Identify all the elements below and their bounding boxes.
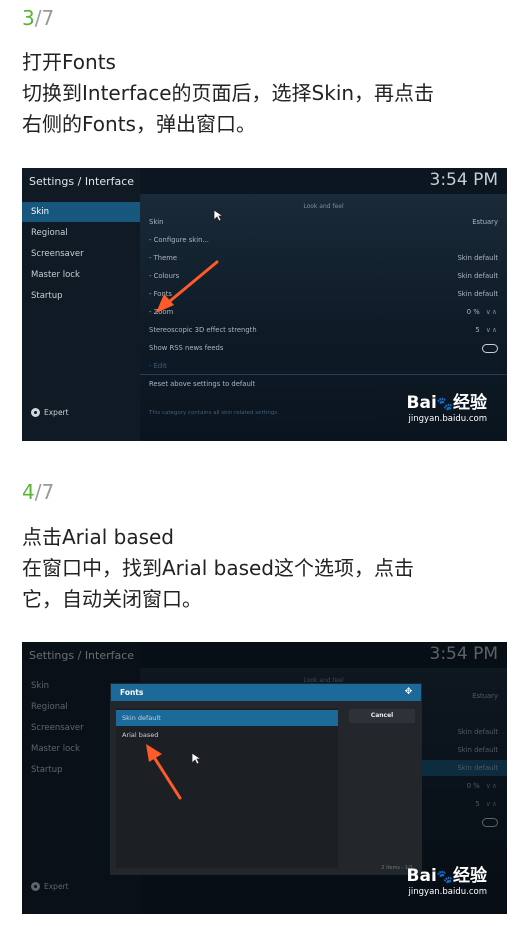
- paw-icon: 🐾: [436, 397, 453, 412]
- clock: 3:54 PM: [429, 170, 499, 190]
- step-total: /7: [34, 6, 55, 30]
- setting-label: Stereoscopic 3D effect strength: [149, 326, 257, 334]
- setting-row-3d-strength[interactable]: Stereoscopic 3D effect strength 5 ∨∧: [149, 322, 498, 338]
- expert-level-button[interactable]: Expert: [31, 408, 69, 417]
- step-4-counter: 4/7: [22, 480, 54, 504]
- setting-label: - Configure skin...: [149, 236, 209, 244]
- setting-value: Skin default: [457, 254, 498, 262]
- setting-label: - Edit: [149, 362, 167, 370]
- paw-icon: 🐾: [436, 870, 453, 885]
- setting-label: - Colours: [149, 272, 180, 280]
- cancel-button[interactable]: Cancel: [349, 709, 415, 723]
- setting-value: 0 %: [466, 308, 480, 316]
- setting-row-fonts[interactable]: - Fonts Skin default: [149, 286, 498, 302]
- toggle-switch[interactable]: [482, 343, 498, 353]
- reset-label: Reset above settings to default: [149, 380, 256, 388]
- step-3-instructions: 打开Fonts 切换到Interface的页面后，选择Skin，再点击 右侧的F…: [22, 47, 502, 140]
- watermark-brand-cn: 经验: [453, 393, 487, 413]
- option-skin-default[interactable]: Skin default: [116, 710, 338, 726]
- close-icon[interactable]: ✥: [404, 688, 413, 697]
- step-3-line-1: 切换到Interface的页面后，选择Skin，再点击: [22, 81, 435, 105]
- sidebar-item-skin[interactable]: Skin: [22, 202, 140, 222]
- setting-label: - Zoom: [149, 308, 174, 316]
- setting-value: Skin default: [457, 290, 498, 298]
- category-hint: This category contains all skin related …: [149, 410, 279, 416]
- font-options-list: Skin default Arial based: [116, 708, 338, 868]
- watermark-brand: Bai: [406, 866, 437, 886]
- step-4-line-2: 它，自动关闭窗口。: [22, 587, 202, 611]
- setting-label: Show RSS news feeds: [149, 344, 224, 352]
- sidebar-item-regional[interactable]: Regional: [22, 223, 140, 243]
- reset-settings-row[interactable]: Reset above settings to default: [149, 376, 498, 392]
- section-header: Look and feel: [303, 203, 344, 210]
- watermark-url: jingyan.baidu.com: [408, 414, 487, 424]
- setting-label: - Fonts: [149, 290, 172, 298]
- setting-label: Skin: [149, 218, 164, 226]
- kodi-screenshot-1: Look and feel Skin Estuary - Configure s…: [22, 168, 507, 441]
- setting-row-zoom[interactable]: - Zoom 0 % ∨∧: [149, 304, 498, 320]
- step-total: /7: [34, 480, 55, 504]
- step-4-title: 点击Arial based: [22, 525, 175, 549]
- divider: [140, 374, 507, 375]
- step-3-counter: 3/7: [22, 6, 54, 30]
- step-3-line-2: 右侧的Fonts，弹出窗口。: [22, 112, 256, 136]
- fonts-dialog: Fonts ✥ Skin default Arial based Cancel …: [110, 683, 422, 875]
- setting-row-skin[interactable]: Skin Estuary: [149, 214, 498, 230]
- breadcrumb: Settings / Interface: [29, 175, 135, 188]
- baidu-watermark: Bai🐾经验 jingyan.baidu.com: [387, 394, 487, 425]
- step-4-line-1: 在窗口中，找到Arial based这个选项，点击: [22, 556, 415, 580]
- baidu-watermark: Bai🐾经验 jingyan.baidu.com: [387, 867, 487, 898]
- kodi-screenshot-2: Look and feel Estuary Skin default Skin …: [22, 642, 507, 914]
- expert-label: Expert: [44, 408, 69, 417]
- option-arial-based[interactable]: Arial based: [116, 727, 338, 743]
- step-3-title: 打开Fonts: [22, 50, 116, 74]
- setting-row-colours[interactable]: - Colours Skin default: [149, 268, 498, 284]
- setting-value: Skin default: [457, 272, 498, 280]
- setting-value: Estuary: [472, 218, 498, 226]
- sidebar-item-startup[interactable]: Startup: [22, 286, 140, 306]
- setting-value: 5: [475, 326, 480, 334]
- dialog-title: Fonts: [111, 684, 421, 701]
- watermark-brand: Bai: [406, 393, 437, 413]
- sidebar-item-screensaver[interactable]: Screensaver: [22, 244, 140, 264]
- setting-label: - Theme: [149, 254, 178, 262]
- setting-row-edit[interactable]: - Edit: [149, 358, 498, 374]
- gear-icon: [31, 408, 40, 417]
- sidebar-item-master-lock[interactable]: Master lock: [22, 265, 140, 285]
- setting-row-configure-skin[interactable]: - Configure skin...: [149, 232, 498, 248]
- setting-row-theme[interactable]: - Theme Skin default: [149, 250, 498, 266]
- spin-chevrons-icon[interactable]: ∨∧: [486, 308, 498, 316]
- setting-row-rss[interactable]: Show RSS news feeds: [149, 340, 498, 356]
- watermark-brand-cn: 经验: [453, 866, 487, 886]
- step-current: 4: [22, 480, 35, 504]
- step-4-instructions: 点击Arial based 在窗口中，找到Arial based这个选项，点击 …: [22, 522, 502, 615]
- spin-chevrons-icon[interactable]: ∨∧: [486, 326, 498, 334]
- step-current: 3: [22, 6, 35, 30]
- watermark-url: jingyan.baidu.com: [408, 887, 487, 897]
